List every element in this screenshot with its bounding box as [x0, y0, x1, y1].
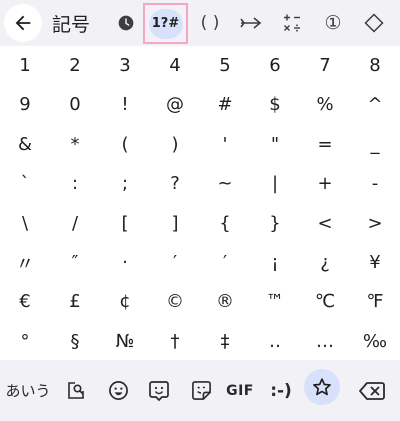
symbol-key[interactable]: ; [100, 164, 150, 203]
search-button[interactable] [60, 360, 92, 421]
sticker-button[interactable] [185, 360, 217, 421]
symbol-key[interactable]: 9 [0, 85, 50, 124]
smiley-icon [108, 381, 128, 400]
symbol-key[interactable]: _ [350, 125, 400, 164]
symbol-key[interactable]: } [250, 204, 300, 243]
symbol-key[interactable]: @ [150, 85, 200, 124]
symbol-key[interactable]: / [50, 204, 100, 243]
symbol-key[interactable]: % [300, 85, 350, 124]
symbol-key[interactable]: ' [200, 125, 250, 164]
symbol-key[interactable]: ] [150, 204, 200, 243]
symbol-key[interactable]: € [0, 282, 50, 321]
symbol-key[interactable]: · [100, 243, 150, 282]
emoticon-button[interactable]: :-) [264, 360, 298, 421]
symbol-key[interactable]: \ [0, 204, 50, 243]
category-circled-numbers[interactable]: ① [316, 0, 350, 46]
symbol-key[interactable]: ? [150, 164, 200, 203]
bottom-toolbar: あいう GIF :-) [0, 360, 400, 421]
emoji-kitchen-button[interactable] [143, 360, 175, 421]
symbol-key[interactable]: £ [50, 282, 100, 321]
symbol-key[interactable]: ^ [350, 85, 400, 124]
backspace-icon [359, 381, 385, 400]
symbol-key[interactable]: 〃 [0, 243, 50, 282]
symbol-key[interactable]: 0 [50, 85, 100, 124]
diamond-icon [364, 13, 384, 33]
symbol-key[interactable]: ° [0, 322, 50, 361]
category-brackets[interactable]: ( ) [192, 0, 228, 46]
symbol-key[interactable]: ™ [250, 282, 300, 321]
sticker-face-icon [149, 380, 169, 401]
symbol-header: 記号 1?# ( ) ① [0, 0, 400, 46]
symbol-key[interactable]: ( [100, 125, 150, 164]
symbol-key[interactable]: - [350, 164, 400, 203]
symbol-key[interactable]: : [50, 164, 100, 203]
symbol-key[interactable]: ′ [150, 243, 200, 282]
category-arrows[interactable] [234, 0, 268, 46]
back-button[interactable] [4, 4, 42, 42]
category-symbols-label: 1?# [148, 8, 183, 39]
symbol-key[interactable]: ~ [200, 164, 250, 203]
symbol-key[interactable]: & [0, 125, 50, 164]
star-icon [313, 378, 331, 396]
symbol-key[interactable]: = [300, 125, 350, 164]
symbol-key[interactable]: ¡ [250, 243, 300, 282]
symbol-key[interactable]: " [250, 125, 300, 164]
symbol-grid: 1 2 3 4 5 6 7 8 9 0! @ # $% ^ & *() ' " = _ `:;? ~ | + - \ /[]{} < >… [0, 46, 400, 360]
category-shapes[interactable] [356, 0, 392, 46]
symbol-key[interactable]: ` [0, 164, 50, 203]
search-icon [68, 381, 84, 399]
symbol-key[interactable]: 2 [50, 46, 100, 85]
symbol-key[interactable]: ′ [200, 243, 250, 282]
symbol-key[interactable]: 7 [300, 46, 350, 85]
symbol-key[interactable]: [ [100, 204, 150, 243]
category-symbols[interactable]: 1?# [143, 3, 188, 44]
gif-button[interactable]: GIF [222, 360, 258, 421]
sticker-icon [191, 381, 211, 400]
delete-button[interactable] [350, 360, 394, 421]
symbol-key[interactable]: 8 [350, 46, 400, 85]
symbol-key[interactable]: 4 [150, 46, 200, 85]
symbol-key[interactable]: $ [250, 85, 300, 124]
arrow-left-icon [15, 15, 31, 31]
symbol-key[interactable]: ‡ [200, 322, 250, 361]
symbol-key[interactable]: ¥ [350, 243, 400, 282]
symbol-key[interactable]: ℃ [300, 282, 350, 321]
symbol-key[interactable]: … [300, 322, 350, 361]
page-title: 記号 [52, 14, 91, 36]
symbol-key[interactable]: ) [150, 125, 200, 164]
symbol-key[interactable]: § [50, 322, 100, 361]
symbol-key[interactable]: { [200, 204, 250, 243]
symbol-key[interactable]: # [200, 85, 250, 124]
kana-keyboard-button[interactable]: あいう [2, 360, 54, 421]
symbol-key[interactable]: 3 [100, 46, 150, 85]
symbol-key[interactable]: 6 [250, 46, 300, 85]
category-math[interactable] [274, 0, 310, 46]
symbol-key[interactable]: № [100, 322, 150, 361]
symbol-key[interactable]: ‥ [250, 322, 300, 361]
symbol-key[interactable]: ® [200, 282, 250, 321]
clock-icon [118, 15, 134, 31]
symbol-key[interactable]: ‰ [350, 322, 400, 361]
symbol-key[interactable]: © [150, 282, 200, 321]
symbol-key[interactable]: ! [100, 85, 150, 124]
category-recent[interactable] [112, 0, 140, 46]
symbol-key[interactable]: ℉ [350, 282, 400, 321]
arrow-right-icon [240, 17, 262, 29]
symbol-key[interactable]: 1 [0, 46, 50, 85]
symbol-key[interactable]: | [250, 164, 300, 203]
symbol-key[interactable]: † [150, 322, 200, 361]
emoji-button[interactable] [102, 360, 134, 421]
symbol-key[interactable]: < [300, 204, 350, 243]
plus-minus-times-divide-icon [284, 14, 300, 32]
symbol-key[interactable]: 5 [200, 46, 250, 85]
symbol-key[interactable]: ¿ [300, 243, 350, 282]
symbol-key[interactable]: > [350, 204, 400, 243]
symbol-key[interactable]: ¢ [100, 282, 150, 321]
symbol-key[interactable]: * [50, 125, 100, 164]
symbol-key[interactable]: + [300, 164, 350, 203]
favorites-button[interactable] [304, 369, 340, 405]
symbol-key[interactable]: ″ [50, 243, 100, 282]
